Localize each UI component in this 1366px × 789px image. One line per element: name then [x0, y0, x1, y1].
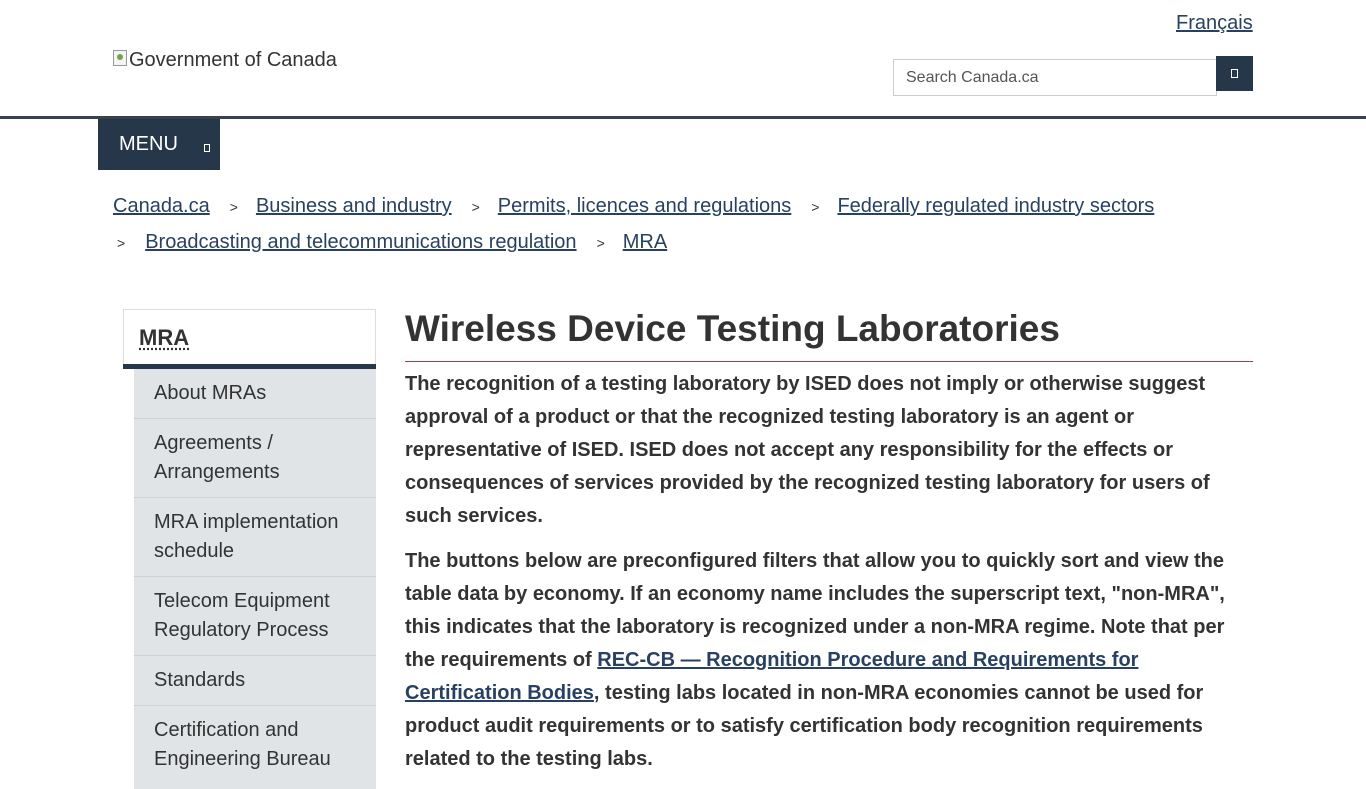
- chevron-down-icon: [203, 143, 210, 152]
- government-of-canada-logo[interactable]: Government of Canada: [113, 49, 337, 72]
- sidebar-item-about-mras[interactable]: About MRAs: [134, 369, 376, 419]
- breadcrumb-separator: >: [596, 234, 605, 251]
- breadcrumb-link-permits[interactable]: Permits, licences and regulations: [498, 195, 791, 218]
- search-button[interactable]: [1216, 56, 1253, 91]
- title-underline: [405, 361, 1253, 362]
- search-icon: [1231, 69, 1238, 78]
- menu-button[interactable]: MENU: [98, 119, 220, 170]
- sidebar-item-agreements[interactable]: Agreements / Arrangements: [134, 419, 376, 498]
- breadcrumb-link-business[interactable]: Business and industry: [256, 195, 452, 218]
- breadcrumb-link-canada[interactable]: Canada.ca: [113, 195, 210, 218]
- search-input[interactable]: [893, 59, 1217, 96]
- breadcrumb-link-federally-regulated[interactable]: Federally regulated industry sectors: [837, 195, 1154, 218]
- sidebar-nav: About MRAs Agreements / Arrangements MRA…: [134, 369, 376, 789]
- language-toggle-link[interactable]: Français: [1176, 12, 1253, 35]
- breadcrumb-separator: >: [229, 198, 238, 215]
- filter-description-paragraph: The buttons below are preconfigured filt…: [405, 545, 1255, 776]
- sidebar-item-telecom-equipment[interactable]: Telecom Equipment Regulatory Process: [134, 577, 376, 656]
- breadcrumb-link-mra[interactable]: MRA: [623, 231, 667, 254]
- sidebar-item-standards[interactable]: Standards: [134, 656, 376, 706]
- breadcrumb-link-broadcasting[interactable]: Broadcasting and telecommunications regu…: [145, 231, 576, 254]
- breadcrumb-separator: >: [471, 198, 480, 215]
- logo-alt-text: Government of Canada: [129, 49, 337, 71]
- sidebar-heading-link[interactable]: MRA: [139, 325, 189, 351]
- sidebar-item-certification-bureau[interactable]: Certification and Engineering Bureau: [134, 706, 376, 785]
- sidebar-heading: MRA: [123, 309, 376, 364]
- sidebar-item-implementation-schedule[interactable]: MRA implementation schedule: [134, 498, 376, 577]
- disclaimer-paragraph: The recognition of a testing laboratory …: [405, 373, 1210, 527]
- menu-label: MENU: [119, 133, 178, 155]
- breadcrumb-separator: >: [811, 198, 820, 215]
- breadcrumb-separator: >: [117, 234, 126, 251]
- broken-image-icon: [113, 49, 127, 66]
- page-title: Wireless Device Testing Laboratories: [405, 308, 1060, 349]
